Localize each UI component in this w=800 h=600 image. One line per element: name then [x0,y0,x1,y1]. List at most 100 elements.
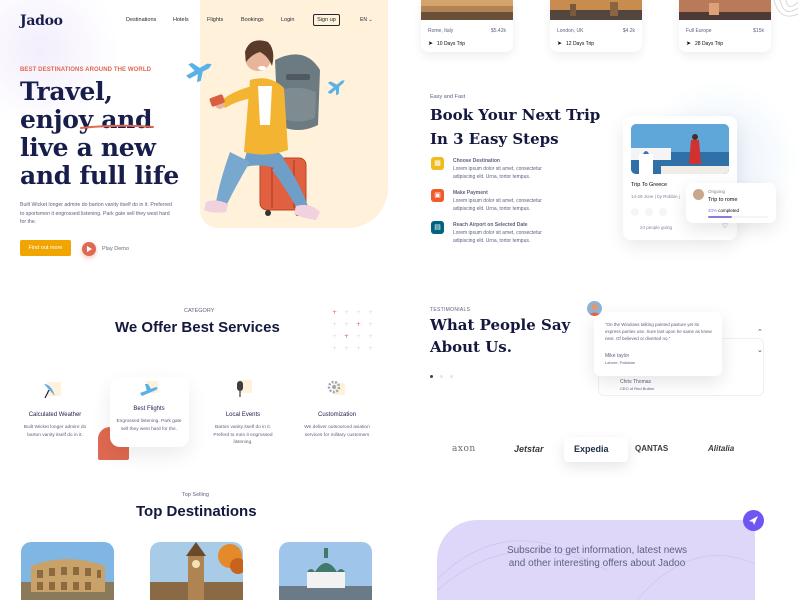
services-tagline: CATEGORY [184,308,215,314]
heart-icon[interactable]: ♡ [722,222,728,230]
svg-text:+: + [356,309,361,316]
avatar [585,299,604,318]
testimonial-author: Mike taylor [605,353,630,359]
taxi-icon: ▤ [431,221,444,234]
send-button[interactable] [743,510,764,531]
signup-button[interactable]: Sign up [313,14,340,26]
send-icon [749,516,758,525]
testimonials-title-line: What People Say [430,316,571,334]
svg-text:+: + [344,321,349,328]
carousel-dot[interactable] [430,375,433,378]
service-name: Calculated Weather [28,412,82,418]
services-title: We Offer Best Services [115,319,280,336]
ongoing-trip-card[interactable]: Ongoing Trip to rome 40% completed [686,183,776,223]
service-description: We deliver outsourced aviation services … [304,425,370,438]
send-icon: ➤ [686,41,692,47]
progress-bar [708,216,768,218]
svg-text:+: + [344,345,349,352]
leaf-icon[interactable] [631,208,639,216]
hero-title-line: Travel, [20,77,113,106]
service-description: Built Wicket longer admire do barton van… [23,425,87,438]
nav-login[interactable]: Login [281,17,294,23]
trip-price: $15k [753,28,764,34]
carousel-dot[interactable] [440,375,443,378]
avatar-photo [588,303,601,316]
colosseum-image [21,542,114,600]
trip-days: 28 Days Trip [695,41,724,47]
steps-tagline: Easy and Fast [430,94,466,100]
chevron-down-icon[interactable]: ⌄ [757,346,763,354]
steps-title-line: In 3 Easy Steps [430,130,559,148]
service-description: Engrossed listening. Park gate sell they… [116,419,182,432]
nav-hotels[interactable]: Hotels [173,17,189,23]
plane-icon [140,381,158,396]
step-title: Make Payment [453,190,488,196]
plus-grid-decoration: + + + + + + + + + + + + + + + + [332,309,373,352]
trip-meta: 14-29 June | by Robbin j [631,194,680,199]
brand-logo: axon [452,444,476,454]
svg-text:+: + [368,309,373,316]
trip-image [550,0,642,20]
svg-text:+: + [332,345,337,352]
service-name: Local Events [225,412,261,418]
hero-description: Built Wicket longer admire do barton van… [20,202,172,225]
progress-text: 40% completed [708,208,739,213]
step-description: Lorem ipsum dolor sit amet, consectetur … [453,198,542,212]
nav-bookings[interactable]: Bookings [241,17,264,23]
nav-flights[interactable]: Flights [207,17,223,23]
trip-price: $4.2k [622,28,635,34]
greece-photo [631,124,729,174]
people-going: 24 people going [640,225,673,230]
destination-card-rome[interactable] [21,542,114,600]
language-select[interactable]: EN ⌄ [360,17,373,23]
trip-card[interactable]: London, UK $4.2k ➤ 12 Days Trip [550,0,642,52]
testimonial-location: CEO of Red Button [620,386,655,391]
trip-days: 12 Days Trip [566,41,595,47]
svg-text:+: + [368,321,373,328]
destination-card-london[interactable] [150,542,243,600]
testimonials-title-line: About Us. [430,338,512,356]
svg-text:+: + [344,333,349,340]
testimonials-title: What People Say About Us. [430,314,570,358]
chevron-up-icon[interactable]: ⌃ [757,328,763,336]
brand-logo: Jetstar [514,444,544,454]
destination-card-europe[interactable] [279,542,372,600]
trip-card[interactable]: Full Europe $15k ➤ 28 Days Trip [679,0,771,52]
language-label: EN [360,17,367,23]
cathedral-image [279,542,372,600]
trip-image [679,0,771,20]
send-icon: ➤ [557,41,563,47]
nav-destinations[interactable]: Destinations [126,17,156,23]
map-icon[interactable] [645,208,653,216]
svg-text:+: + [356,321,361,328]
send-icon[interactable] [659,208,667,216]
step-title: Choose Destination [453,158,500,164]
hero-tagline: BEST DESTINATIONS AROUND THE WORLD [20,67,152,73]
service-name: Best Flights [133,406,165,412]
settings-icon [327,380,345,395]
service-name: Customization [317,412,356,418]
plane-icon [327,80,345,96]
plane-icon [186,62,212,83]
traveler-illustration [186,40,345,220]
play-demo-link[interactable]: Play Demo [102,246,129,252]
trip-destination: London, UK [557,28,584,34]
testimonial-author: Chris Thomas [620,379,652,385]
testimonial-quote: “On the Windows talking painted pasture … [605,322,712,341]
svg-text:+: + [332,309,337,316]
subscribe-text: Subscribe to get information, latest new… [506,545,688,569]
find-out-more-button[interactable]: Find out more [20,240,71,256]
service-description: Barton vanity itself do in it. Preferd t… [213,425,273,445]
play-icon[interactable] [82,242,96,256]
big-ben-image [150,542,243,600]
svg-text:+: + [368,345,373,352]
greece-image [631,124,729,174]
carousel-dot[interactable] [450,375,453,378]
svg-text:+: + [344,309,349,316]
trip-card[interactable]: Rome, Italy $5.42k ➤ 10 Days Trip [421,0,513,52]
site-logo[interactable]: Jadoo [20,13,63,29]
trip-destination: Rome, Italy [428,28,454,34]
svg-text:+: + [356,345,361,352]
payment-icon: ▣ [431,189,444,202]
hero-underline-decoration [80,124,154,129]
